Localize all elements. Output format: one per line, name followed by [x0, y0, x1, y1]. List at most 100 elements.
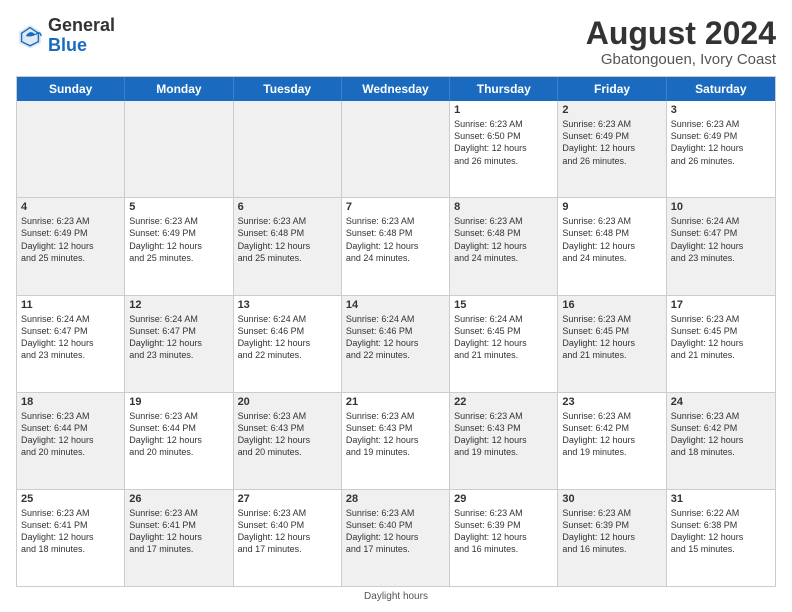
day-info: Sunrise: 6:23 AM Sunset: 6:48 PM Dayligh…	[454, 215, 553, 264]
day-number: 8	[454, 201, 553, 213]
day-number: 30	[562, 493, 661, 505]
day-cell-18: 18Sunrise: 6:23 AM Sunset: 6:44 PM Dayli…	[17, 393, 125, 489]
day-cell-24: 24 Sunrise: 6:23 AM Sunset: 6:42 PM Dayli…	[667, 393, 775, 489]
day-cell-21: 21 Sunrise: 6:23 AM Sunset: 6:43 PM Dayli…	[342, 393, 450, 489]
day-number: 4	[21, 201, 120, 213]
day-cell-26: 26 Sunrise: 6:23 AM Sunset: 6:41 PM Dayli…	[125, 490, 233, 586]
empty-cell	[342, 101, 450, 197]
day-of-week-tuesday: Tuesday	[234, 77, 342, 101]
calendar-row-2: 4 Sunrise: 6:23 AM Sunset: 6:49 PM Daylig…	[17, 198, 775, 295]
day-info: Sunrise: 6:23 AM Sunset: 6:43 PM Dayligh…	[346, 410, 445, 459]
day-cell-30: 30 Sunrise: 6:23 AM Sunset: 6:39 PM Dayli…	[558, 490, 666, 586]
day-of-week-saturday: Saturday	[667, 77, 775, 101]
day-number: 22	[454, 396, 553, 408]
day-cell-16: 16 Sunrise: 6:23 AM Sunset: 6:45 PM Dayli…	[558, 296, 666, 392]
day-cell-5: 5 Sunrise: 6:23 AM Sunset: 6:49 PM Daylig…	[125, 198, 233, 294]
day-number: 23	[562, 396, 661, 408]
calendar-row-1: 1Sunrise: 6:23 AM Sunset: 6:50 PM Daylig…	[17, 101, 775, 198]
day-number: 20	[238, 396, 337, 408]
day-number: 24	[671, 396, 771, 408]
day-info: Sunrise: 6:23 AM Sunset: 6:45 PM Dayligh…	[562, 313, 661, 362]
day-number: 21	[346, 396, 445, 408]
day-number: 16	[562, 299, 661, 311]
day-number: 29	[454, 493, 553, 505]
day-info: Sunrise: 6:23 AM Sunset: 6:41 PM Dayligh…	[21, 507, 120, 556]
day-cell-29: 29 Sunrise: 6:23 AM Sunset: 6:39 PM Dayli…	[450, 490, 558, 586]
day-info: Sunrise: 6:24 AM Sunset: 6:47 PM Dayligh…	[129, 313, 228, 362]
day-number: 27	[238, 493, 337, 505]
title-block: August 2024 Gbatongouen, Ivory Coast	[586, 16, 776, 68]
day-info: Sunrise: 6:23 AM Sunset: 6:43 PM Dayligh…	[454, 410, 553, 459]
day-cell-27: 27 Sunrise: 6:23 AM Sunset: 6:40 PM Dayli…	[234, 490, 342, 586]
day-info: Sunrise: 6:23 AM Sunset: 6:41 PM Dayligh…	[129, 507, 228, 556]
day-cell-15: 15Sunrise: 6:24 AM Sunset: 6:45 PM Dayli…	[450, 296, 558, 392]
calendar-row-4: 18 Sunrise: 6:23 AM Sunset: 6:44 PM Dayli…	[17, 393, 775, 490]
day-info: Sunrise: 6:23 AM Sunset: 6:45 PM Dayligh…	[671, 313, 771, 362]
day-cell-11: 11 Sunrise: 6:24 AM Sunset: 6:47 PM Dayli…	[17, 296, 125, 392]
empty-cell	[17, 101, 125, 197]
calendar: SundayMondayTuesdayWednesdayThursdayFrid…	[16, 76, 776, 587]
day-number: 11	[21, 299, 120, 311]
empty-cell	[125, 101, 233, 197]
logo-general: General	[48, 16, 115, 36]
calendar-row-5: 25 Sunrise: 6:23 AM Sunset: 6:41 PM Dayli…	[17, 490, 775, 586]
day-info: Sunrise: 6:23 AM Sunset: 6:42 PM Dayligh…	[671, 410, 771, 459]
day-number: 2	[562, 104, 661, 116]
day-number: 7	[346, 201, 445, 213]
day-of-week-thursday: Thursday	[450, 77, 558, 101]
day-of-week-wednesday: Wednesday	[342, 77, 450, 101]
day-cell-2: 2 Sunrise: 6:23 AM Sunset: 6:49 PM Daylig…	[558, 101, 666, 197]
day-cell-3: 3 Sunrise: 6:23 AM Sunset: 6:49 PM Daylig…	[667, 101, 775, 197]
day-cell-9: 9 Sunrise: 6:23 AM Sunset: 6:48 PM Daylig…	[558, 198, 666, 294]
empty-cell	[234, 101, 342, 197]
day-cell-4: 4 Sunrise: 6:23 AM Sunset: 6:49 PM Daylig…	[17, 198, 125, 294]
day-cell-31: 31Sunrise: 6:22 AM Sunset: 6:38 PM Dayli…	[667, 490, 775, 586]
day-cell-13: 13Sunrise: 6:24 AM Sunset: 6:46 PM Dayli…	[234, 296, 342, 392]
day-info: Sunrise: 6:23 AM Sunset: 6:48 PM Dayligh…	[562, 215, 661, 264]
day-info: Sunrise: 6:23 AM Sunset: 6:49 PM Dayligh…	[21, 215, 120, 264]
day-cell-7: 7Sunrise: 6:23 AM Sunset: 6:48 PM Daylig…	[342, 198, 450, 294]
day-number: 19	[129, 396, 228, 408]
day-number: 17	[671, 299, 771, 311]
day-cell-6: 6Sunrise: 6:23 AM Sunset: 6:48 PM Daylig…	[234, 198, 342, 294]
day-number: 9	[562, 201, 661, 213]
logo-text: General Blue	[48, 16, 115, 56]
calendar-row-3: 11 Sunrise: 6:24 AM Sunset: 6:47 PM Dayli…	[17, 296, 775, 393]
day-of-week-friday: Friday	[558, 77, 666, 101]
day-number: 25	[21, 493, 120, 505]
day-number: 3	[671, 104, 771, 116]
day-info: Sunrise: 6:23 AM Sunset: 6:48 PM Dayligh…	[238, 215, 337, 264]
day-number: 5	[129, 201, 228, 213]
day-info: Sunrise: 6:23 AM Sunset: 6:43 PM Dayligh…	[238, 410, 337, 459]
day-info: Sunrise: 6:24 AM Sunset: 6:46 PM Dayligh…	[238, 313, 337, 362]
day-info: Sunrise: 6:24 AM Sunset: 6:45 PM Dayligh…	[454, 313, 553, 362]
day-number: 1	[454, 104, 553, 116]
day-cell-10: 10Sunrise: 6:24 AM Sunset: 6:47 PM Dayli…	[667, 198, 775, 294]
header: General Blue August 2024 Gbatongouen, Iv…	[16, 16, 776, 68]
logo-icon	[16, 22, 44, 50]
day-number: 18	[21, 396, 120, 408]
day-info: Sunrise: 6:23 AM Sunset: 6:40 PM Dayligh…	[238, 507, 337, 556]
day-info: Sunrise: 6:24 AM Sunset: 6:46 PM Dayligh…	[346, 313, 445, 362]
calendar-body: 1Sunrise: 6:23 AM Sunset: 6:50 PM Daylig…	[17, 101, 775, 586]
day-info: Sunrise: 6:23 AM Sunset: 6:39 PM Dayligh…	[562, 507, 661, 556]
day-cell-22: 22 Sunrise: 6:23 AM Sunset: 6:43 PM Dayli…	[450, 393, 558, 489]
day-info: Sunrise: 6:23 AM Sunset: 6:44 PM Dayligh…	[129, 410, 228, 459]
day-of-week-monday: Monday	[125, 77, 233, 101]
day-number: 28	[346, 493, 445, 505]
day-info: Sunrise: 6:23 AM Sunset: 6:39 PM Dayligh…	[454, 507, 553, 556]
day-info: Sunrise: 6:23 AM Sunset: 6:49 PM Dayligh…	[129, 215, 228, 264]
day-info: Sunrise: 6:23 AM Sunset: 6:49 PM Dayligh…	[671, 118, 771, 167]
day-cell-19: 19 Sunrise: 6:23 AM Sunset: 6:44 PM Dayli…	[125, 393, 233, 489]
logo: General Blue	[16, 16, 115, 56]
day-cell-28: 28Sunrise: 6:23 AM Sunset: 6:40 PM Dayli…	[342, 490, 450, 586]
day-info: Sunrise: 6:24 AM Sunset: 6:47 PM Dayligh…	[21, 313, 120, 362]
page: General Blue August 2024 Gbatongouen, Iv…	[0, 0, 792, 612]
day-cell-25: 25 Sunrise: 6:23 AM Sunset: 6:41 PM Dayli…	[17, 490, 125, 586]
day-number: 14	[346, 299, 445, 311]
day-info: Sunrise: 6:23 AM Sunset: 6:49 PM Dayligh…	[562, 118, 661, 167]
day-cell-17: 17 Sunrise: 6:23 AM Sunset: 6:45 PM Dayli…	[667, 296, 775, 392]
day-number: 26	[129, 493, 228, 505]
day-info: Sunrise: 6:23 AM Sunset: 6:42 PM Dayligh…	[562, 410, 661, 459]
calendar-header: SundayMondayTuesdayWednesdayThursdayFrid…	[17, 77, 775, 101]
